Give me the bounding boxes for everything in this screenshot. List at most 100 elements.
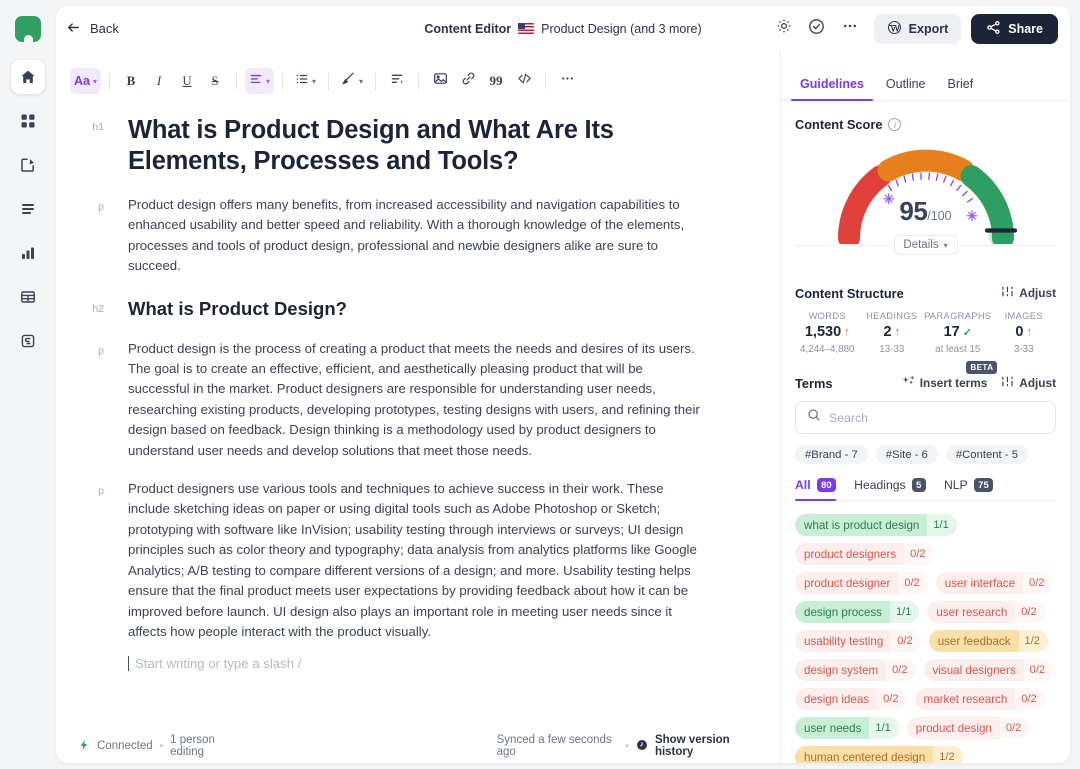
term-count: 0/2 <box>1000 717 1029 739</box>
document-block-h2[interactable]: h2 What is Product Design? <box>56 297 780 321</box>
guidelines-panel: Guidelines Outline Brief Content Score i <box>780 51 1070 763</box>
tab-guidelines[interactable]: Guidelines <box>791 77 873 100</box>
info-icon[interactable]: i <box>888 118 901 131</box>
code-button[interactable] <box>511 68 537 94</box>
term-pill[interactable]: design system0/2 <box>795 659 916 681</box>
sidebar-item-tables[interactable] <box>11 280 45 314</box>
us-flag-icon <box>518 23 534 34</box>
paragraph-text: Product design is the process of creatin… <box>128 339 708 461</box>
export-button[interactable]: Export <box>874 14 962 44</box>
indent-button[interactable] <box>384 68 410 94</box>
underline-icon: U <box>182 74 191 89</box>
term-count: 0/2 <box>891 630 920 652</box>
insert-terms-button[interactable]: BETA Insert terms <box>902 375 988 391</box>
term-pill[interactable]: user interface0/2 <box>936 572 1053 594</box>
settings-button[interactable] <box>769 14 799 44</box>
document-block-paragraph[interactable]: p Product design is the process of creat… <box>56 339 780 461</box>
sidebar-item-analytics[interactable] <box>11 236 45 270</box>
bar-chart-icon <box>20 245 36 261</box>
font-style-button[interactable]: Aa ▾ <box>70 68 101 94</box>
editor-column: Aa ▾ B I U S <box>56 51 780 763</box>
tab-brief[interactable]: Brief <box>939 77 983 100</box>
list-button[interactable]: ▾ <box>291 68 320 94</box>
document-block-empty[interactable]: Start writing or type a slash / <box>56 656 780 671</box>
term-pill[interactable]: what is product design1/1 <box>795 514 957 536</box>
panel-content: Content Score i <box>781 101 1070 763</box>
tag-brand[interactable]: #Brand - 7 <box>795 445 868 464</box>
adjust-terms-button[interactable]: Adjust <box>1001 375 1056 391</box>
gauge-svg <box>831 138 1021 244</box>
underline-button[interactable]: U <box>174 68 200 94</box>
term-pill[interactable]: product designers0/2 <box>795 543 934 565</box>
insert-terms-label: Insert terms <box>920 376 988 390</box>
version-history-link[interactable]: Show version history <box>655 734 758 758</box>
check-circle-icon <box>808 18 825 40</box>
app-root: Back Content Editor Product Design (and … <box>0 0 1080 769</box>
strikethrough-button[interactable]: S <box>202 68 228 94</box>
tab-nlp-terms[interactable]: NLP 75 <box>944 478 993 500</box>
sidebar-item-dashboard[interactable] <box>11 104 45 138</box>
stat-images: IMAGES 0 ↑ 3-33 <box>991 311 1056 355</box>
sidebar-item-plugin[interactable] <box>11 324 45 358</box>
tab-outline[interactable]: Outline <box>877 77 935 100</box>
stat-range: 4,244–4,880 <box>795 344 860 355</box>
check-icon: ✓ <box>963 326 972 339</box>
term-pill[interactable]: human centered design1/2 <box>795 746 963 763</box>
terms-tabs: All 80 Headings 5 NLP 75 <box>795 478 1056 501</box>
highlight-button[interactable]: ▾ <box>337 68 367 94</box>
tab-all-terms[interactable]: All 80 <box>795 478 836 500</box>
term-pill[interactable]: user needs1/1 <box>795 717 899 739</box>
block-marker: p <box>56 339 128 461</box>
tab-count-badge: 75 <box>974 478 994 492</box>
align-button[interactable]: ▾ <box>245 68 274 94</box>
document-block-paragraph[interactable]: p Product designers use various tools an… <box>56 479 780 642</box>
sidebar-item-content-editor[interactable] <box>11 148 45 182</box>
gear-icon <box>776 18 792 39</box>
term-pill[interactable]: design process1/1 <box>795 601 919 623</box>
term-count: 1/1 <box>869 717 898 739</box>
term-label: design ideas <box>795 688 877 710</box>
bold-button[interactable]: B <box>118 68 144 94</box>
term-pill[interactable]: design ideas0/2 <box>795 688 907 710</box>
more-formatting-button[interactable] <box>554 68 580 94</box>
document-canvas[interactable]: h1 What is Product Design and What Are I… <box>56 99 780 729</box>
clock-icon <box>636 739 648 754</box>
grid-icon <box>20 113 36 129</box>
term-count: 1/2 <box>933 746 962 763</box>
term-pill[interactable]: user research0/2 <box>927 601 1044 623</box>
tab-headings-terms[interactable]: Headings 5 <box>854 478 926 500</box>
term-count: 0/2 <box>877 688 906 710</box>
sidebar-item-home[interactable] <box>11 60 45 94</box>
back-button[interactable]: Back <box>60 16 125 42</box>
term-pill[interactable]: market research0/2 <box>915 688 1045 710</box>
details-button[interactable]: Details ▾ <box>893 235 957 255</box>
block-marker: h2 <box>56 297 128 321</box>
insert-image-button[interactable] <box>427 68 453 94</box>
terms-search[interactable] <box>795 401 1056 434</box>
check-status-button[interactable] <box>802 14 832 44</box>
blockquote-button[interactable]: 99 <box>483 68 509 94</box>
adjust-structure-button[interactable]: Adjust <box>1001 285 1056 301</box>
search-input[interactable] <box>829 411 1044 425</box>
status-separator: • <box>160 741 164 752</box>
italic-button[interactable]: I <box>146 68 172 94</box>
term-pill[interactable]: usability testing0/2 <box>795 630 921 652</box>
document-block-paragraph[interactable]: p Product design offers many benefits, f… <box>56 195 780 277</box>
term-pill[interactable]: product designer0/2 <box>795 572 928 594</box>
tag-site[interactable]: #Site - 6 <box>876 445 938 464</box>
term-pill[interactable]: product design0/2 <box>907 717 1029 739</box>
sync-status: Synced a few seconds ago <box>497 734 619 758</box>
sidebar-item-content-list[interactable] <box>11 192 45 226</box>
content-structure-header: Content Structure Adjust <box>795 285 1056 301</box>
adjust-label: Adjust <box>1019 286 1056 300</box>
insert-link-button[interactable] <box>455 68 481 94</box>
tag-content[interactable]: #Content - 5 <box>946 445 1028 464</box>
term-pill[interactable]: visual designers0/2 <box>924 659 1054 681</box>
document-block-h1[interactable]: h1 What is Product Design and What Are I… <box>56 115 780 177</box>
plugin-icon <box>20 333 36 349</box>
term-label: visual designers <box>924 659 1024 681</box>
more-options-button[interactable] <box>835 14 865 44</box>
term-pill[interactable]: user feedback1/2 <box>929 630 1048 652</box>
stat-words: WORDS 1,530 ↑ 4,244–4,880 <box>795 311 860 355</box>
share-button[interactable]: Share <box>971 14 1058 44</box>
